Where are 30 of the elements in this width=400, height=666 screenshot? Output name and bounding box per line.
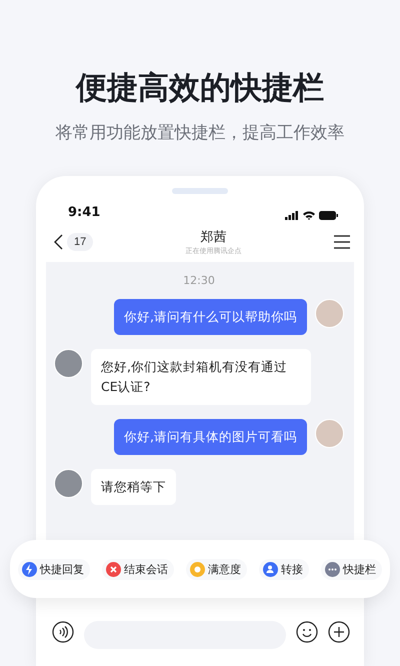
quick-action[interactable]: 转接 [259, 558, 309, 580]
avatar [315, 299, 344, 328]
back-icon [54, 234, 63, 250]
quick-action[interactable]: 结束会话 [102, 558, 174, 580]
subtitle: 将常用功能放置快捷栏，提高工作效率 [56, 122, 344, 144]
sent-message: 你好,请问有具体的图片可看吗 [114, 419, 307, 455]
avatar [315, 419, 344, 448]
menu-icon [334, 235, 350, 249]
battery-icon [319, 211, 338, 220]
contact-name: 郑茜 [200, 229, 227, 246]
quick-action[interactable]: 快捷栏 [321, 558, 382, 580]
wifi-icon [303, 211, 315, 220]
back-button[interactable]: 17 [54, 233, 94, 251]
timestamp: 12:30 [182, 274, 216, 287]
sent-message: 你好,请问有什么可以帮助你吗 [114, 299, 307, 335]
unread-count: 17 [67, 233, 94, 251]
avatar [54, 349, 83, 378]
received-message: 您好,你们这款封箱机有没有通过CE认证? [91, 349, 311, 405]
menu-button[interactable] [334, 235, 350, 249]
status-time: 9:41 [68, 205, 100, 220]
avatar [54, 469, 83, 498]
quick-action[interactable]: 快捷回复 [18, 558, 90, 580]
quick-action[interactable]: 满意度 [186, 558, 247, 580]
voice-icon[interactable] [52, 621, 74, 643]
emoji-icon[interactable] [296, 621, 318, 643]
notch [172, 188, 228, 194]
received-message: 请您稍等下 [91, 469, 176, 505]
plus-icon[interactable] [328, 621, 350, 643]
headline: 便捷高效的快捷栏 [76, 69, 324, 108]
signal-icon [285, 211, 299, 220]
